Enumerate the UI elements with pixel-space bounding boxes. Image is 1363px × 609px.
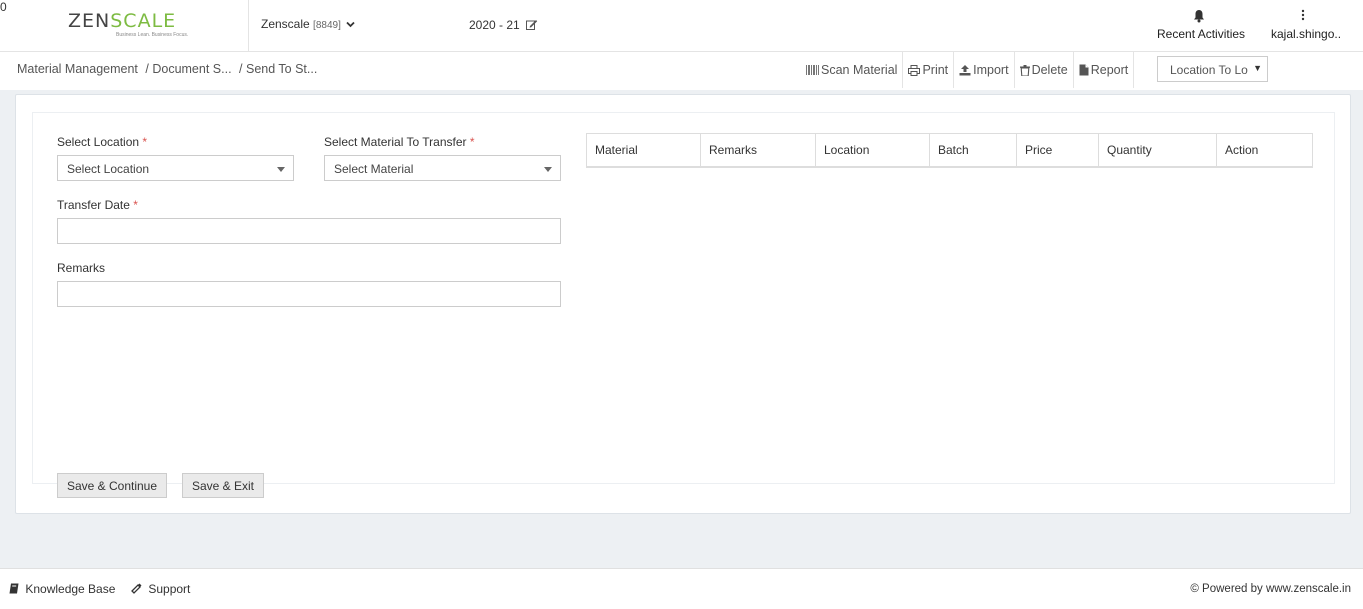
support-link[interactable]: Support: [131, 582, 190, 596]
chevron-down-icon: [346, 22, 355, 28]
dropdown-arrow-icon: [544, 167, 552, 172]
delete-button[interactable]: Delete: [1015, 52, 1074, 88]
bell-icon[interactable]: [1193, 9, 1205, 23]
save-exit-button[interactable]: Save & Exit: [182, 473, 264, 498]
table-header-row: Material Remarks Location Batch Price Qu…: [586, 133, 1313, 168]
select-material-dropdown[interactable]: Select Material: [324, 155, 561, 181]
barcode-icon: [806, 65, 819, 75]
remarks-input[interactable]: [57, 281, 561, 307]
header-divider: [248, 0, 249, 52]
save-continue-button[interactable]: Save & Continue: [57, 473, 167, 498]
select-location-dropdown[interactable]: Select Location: [57, 155, 294, 181]
column-header-action[interactable]: Action: [1216, 133, 1313, 168]
powered-by-text: © Powered by www.zenscale.in: [1190, 583, 1351, 595]
knowledge-base-link[interactable]: Knowledge Base: [9, 582, 115, 596]
zenscale-logo[interactable]: ZENSCALE Business Lean. Business Focus.: [68, 10, 188, 40]
top-header: ZENSCALE Business Lean. Business Focus. …: [0, 0, 1363, 52]
company-name: Zenscale: [261, 17, 310, 31]
print-button[interactable]: Print: [903, 52, 955, 88]
column-header-material[interactable]: Material: [586, 133, 701, 168]
user-name[interactable]: kajal.shingo..: [1271, 27, 1341, 41]
edit-icon[interactable]: [526, 19, 538, 30]
column-header-price[interactable]: Price: [1016, 133, 1099, 168]
remarks-label: Remarks: [57, 261, 106, 275]
transfer-date-label: Transfer Date *: [57, 198, 138, 212]
column-header-remarks[interactable]: Remarks: [700, 133, 816, 168]
material-table: Material Remarks Location Batch Price Qu…: [586, 133, 1313, 168]
recent-activities-link[interactable]: Recent Activities: [1157, 27, 1245, 41]
print-icon: [908, 64, 921, 76]
column-header-batch[interactable]: Batch: [929, 133, 1017, 168]
footer: Knowledge Base Support © Powered by www.…: [0, 568, 1363, 609]
support-icon: [131, 583, 142, 594]
company-switcher[interactable]: Zenscale [8849]: [261, 17, 355, 31]
location-to-location-select[interactable]: Location To Lo ▼: [1157, 56, 1268, 82]
caret-down-icon: ▼: [1253, 63, 1262, 73]
scan-material-button[interactable]: Scan Material: [801, 52, 904, 88]
breadcrumb-item-material-management[interactable]: Material Management: [17, 62, 138, 76]
report-button[interactable]: Report: [1074, 52, 1135, 88]
logo-tagline: Business Lean. Business Focus.: [116, 32, 189, 38]
dropdown-arrow-icon: [277, 167, 285, 172]
select-material-label: Select Material To Transfer *: [324, 135, 475, 149]
sub-toolbar: Material Management / Document S... / Se…: [0, 52, 1363, 90]
select-location-label: Select Location *: [57, 135, 148, 149]
upload-icon: [959, 64, 971, 75]
document-icon: [1079, 64, 1089, 76]
trash-icon: [1019, 64, 1030, 76]
more-vertical-icon[interactable]: [1300, 9, 1306, 21]
breadcrumb-item-document[interactable]: / Document S...: [145, 62, 231, 76]
breadcrumb-item-send-to-store: / Send To St...: [239, 62, 318, 76]
transfer-date-input[interactable]: [57, 218, 561, 244]
notification-badge: 0: [0, 0, 7, 14]
column-header-location[interactable]: Location: [815, 133, 930, 168]
import-button[interactable]: Import: [954, 52, 1015, 88]
company-code: [8849]: [313, 20, 341, 31]
action-toolbar: Scan Material Print Import Delete Report: [801, 52, 1135, 88]
book-icon: [9, 583, 19, 594]
financial-year[interactable]: 2020 - 21: [469, 18, 538, 32]
column-header-quantity[interactable]: Quantity: [1098, 133, 1217, 168]
breadcrumb: Material Management / Document S... / Se…: [17, 62, 321, 76]
